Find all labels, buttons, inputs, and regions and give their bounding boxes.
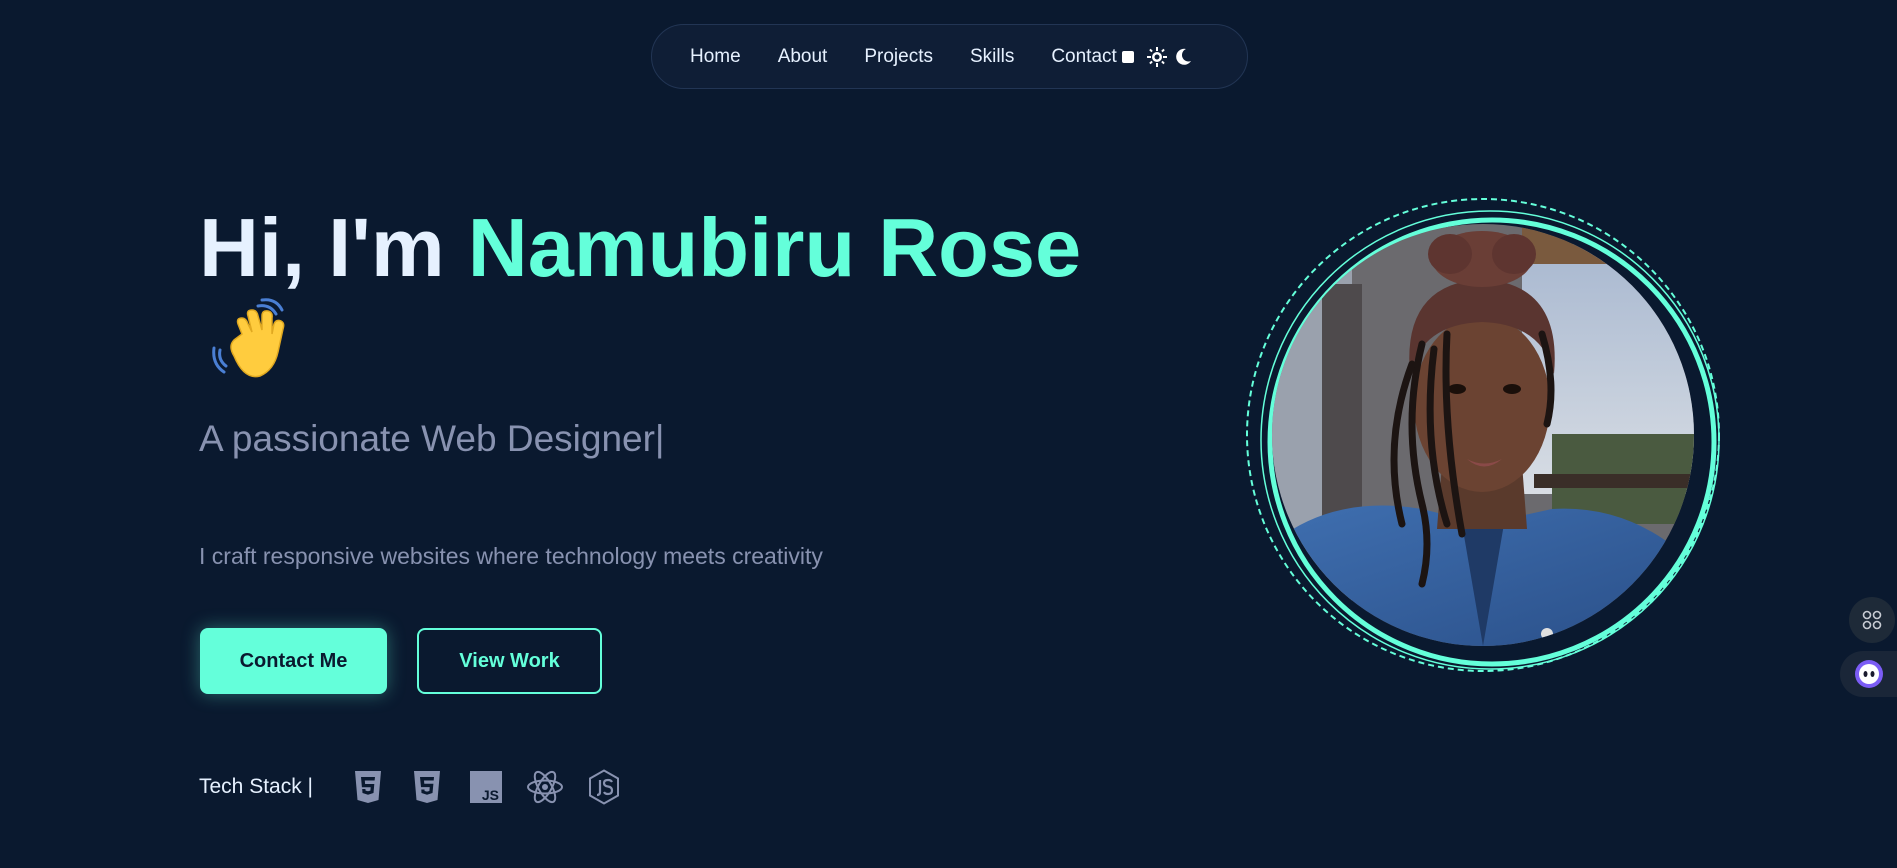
moon-icon[interactable] <box>1172 46 1194 68</box>
waving-hand-icon <box>212 298 302 388</box>
apps-grid-icon[interactable] <box>1849 597 1895 643</box>
nav-about[interactable]: About <box>778 46 828 68</box>
profile-photo <box>1272 224 1694 646</box>
nav-skills[interactable]: Skills <box>970 46 1014 68</box>
tech-stack-label: Tech Stack | <box>199 775 314 798</box>
react-icon <box>526 768 564 806</box>
hero-greeting: Hi, I'm <box>199 201 468 294</box>
profile-portrait <box>1242 194 1724 676</box>
hero-tagline: I craft responsive websites where techno… <box>199 543 823 569</box>
css3-icon <box>408 768 446 806</box>
javascript-icon: JS <box>467 768 505 806</box>
view-work-button[interactable]: View Work <box>417 628 602 694</box>
nodejs-icon <box>585 768 623 806</box>
theme-checkbox[interactable] <box>1121 50 1134 63</box>
assistant-bot-icon[interactable] <box>1840 651 1897 697</box>
top-nav: Home About Projects Skills Contact <box>651 24 1248 89</box>
html5-icon <box>349 768 387 806</box>
svg-text:JS: JS <box>482 787 499 803</box>
hero-title: Hi, I'm Namubiru Rose <box>199 198 1081 298</box>
hero-name: Namubiru Rose <box>467 201 1082 294</box>
nav-home[interactable]: Home <box>690 46 741 68</box>
contact-me-button[interactable]: Contact Me <box>200 628 387 694</box>
nav-contact[interactable]: Contact <box>1051 46 1116 68</box>
nav-projects[interactable]: Projects <box>864 46 933 68</box>
tech-stack: Tech Stack | JS <box>199 768 644 806</box>
sun-icon[interactable] <box>1146 46 1168 68</box>
hero-subtitle: A passionate Web Designer| <box>199 418 665 459</box>
